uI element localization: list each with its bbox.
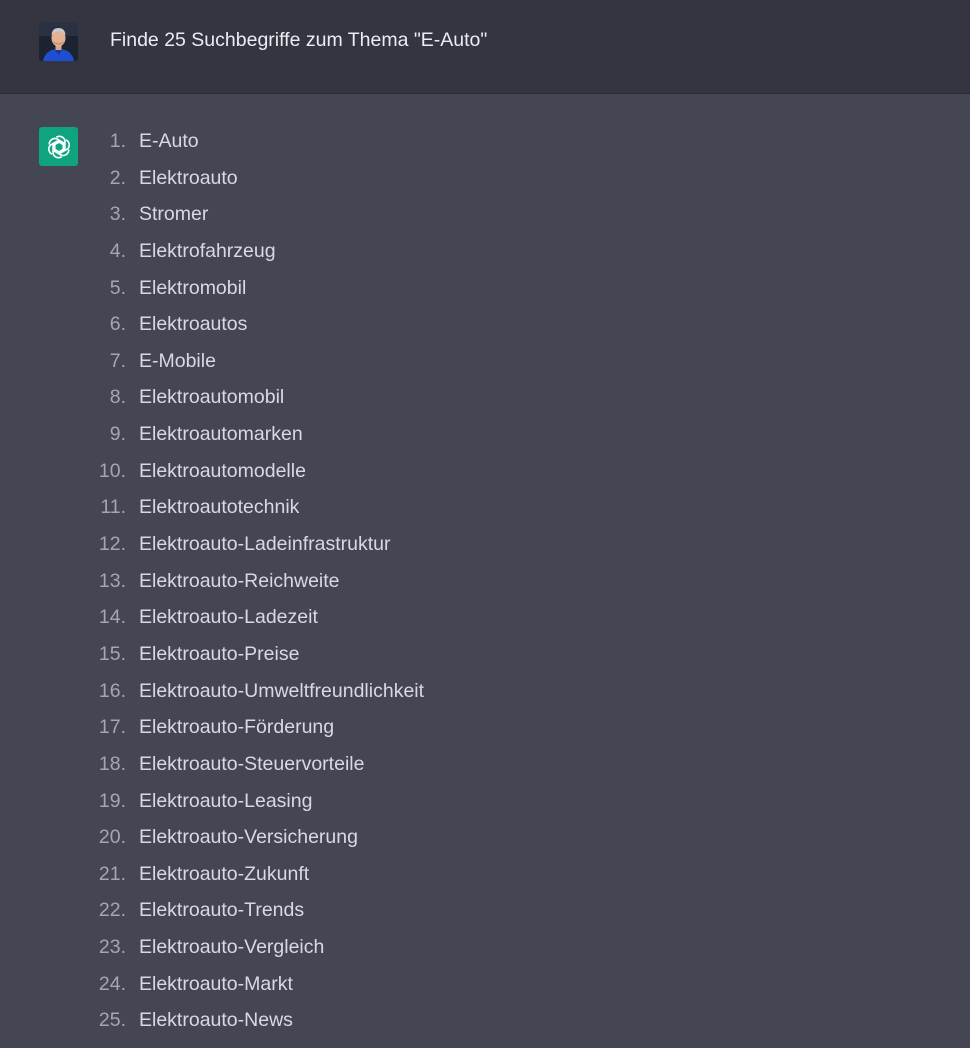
list-item-number: 10. — [98, 459, 126, 482]
list-item-text: Elektroauto-News — [139, 1009, 293, 1032]
list-item-number: 12. — [98, 533, 126, 556]
list-item-text: Elektroauto-Leasing — [139, 789, 313, 812]
list-item-text: Elektroauto-Steuervorteile — [139, 752, 365, 775]
user-avatar-icon — [39, 22, 78, 61]
list-item-text: Elektroauto-Förderung — [139, 716, 335, 739]
list-item-number: 14. — [98, 606, 126, 629]
list-item-text: Elektroautos — [139, 313, 248, 336]
chat-page: Finde 25 Suchbegriffe zum Thema "E-Auto"… — [0, 0, 970, 1048]
list-item-text: E-Auto — [139, 130, 199, 152]
user-message-text: Finde 25 Suchbegriffe zum Thema "E-Auto" — [110, 29, 488, 51]
list-item-text: E-Mobile — [139, 349, 216, 372]
list-item-number: 2. — [109, 166, 126, 189]
assistant-message-row: 1. E-Auto 2. Elektroauto 3. Stromer 4. E… — [0, 94, 970, 1048]
list-item-text: Elektroautomobil — [139, 386, 285, 409]
list-item-text: Elektroauto-Preise — [139, 642, 300, 665]
list-item-number: 22. — [98, 899, 126, 922]
list-item-text: Elektroauto-Markt — [139, 972, 293, 995]
list-item-text: Elektroautomarken — [139, 423, 303, 446]
list-item-number: 6. — [109, 313, 126, 336]
list-item-text: Elektromobil — [139, 276, 247, 299]
list-item-number: 25. — [98, 1009, 126, 1032]
list-item-text: Elektroauto-Ladeinfrastruktur — [139, 533, 391, 556]
list-item-text: Elektroauto-Vergleich — [139, 936, 325, 959]
list-item-text: Elektroauto — [139, 166, 238, 189]
list-item-text: Elektroauto-Zukunft — [139, 862, 310, 885]
list-item-text: Elektroautomodelle — [139, 459, 306, 482]
list-item-number: 13. — [98, 569, 126, 592]
list-item-text: Elektroauto-Umweltfreundlichkeit — [139, 679, 425, 702]
list-item-number: 17. — [98, 716, 126, 739]
list-item-number: 21. — [98, 862, 126, 885]
list-item-number: 20. — [98, 826, 126, 849]
user-message-row: Finde 25 Suchbegriffe zum Thema "E-Auto" — [0, 0, 970, 94]
list-item-number: 19. — [98, 789, 126, 812]
list-item-text: Stromer — [139, 203, 209, 226]
list-item-text: Elektroautotechnik — [139, 496, 300, 519]
list-item-number: 4. — [109, 239, 126, 262]
list-item-text: Elektrofahrzeug — [139, 239, 276, 262]
list-item-number: 5. — [109, 276, 126, 299]
list-item-number: 24. — [98, 972, 126, 995]
list-item-number: 18. — [98, 752, 126, 775]
list-item-text: Elektroauto-Trends — [139, 899, 305, 922]
list-item-number: 8. — [109, 386, 126, 409]
list-item-number: 7. — [109, 349, 126, 372]
list-item-number: 9. — [109, 423, 126, 446]
list-item-text: Elektroauto-Reichweite — [139, 569, 340, 592]
list-item-text: Elektroauto-Versicherung — [139, 826, 358, 849]
list-item-number: 15. — [98, 642, 126, 665]
list-item-number: 11. — [100, 496, 126, 519]
list-item-number: 3. — [109, 203, 126, 226]
list-item-text: Elektroauto-Ladezeit — [139, 606, 318, 629]
list-item-number: 1. — [109, 130, 126, 152]
list-item-number: 16. — [98, 679, 126, 702]
list-item-number: 23. — [98, 936, 126, 959]
